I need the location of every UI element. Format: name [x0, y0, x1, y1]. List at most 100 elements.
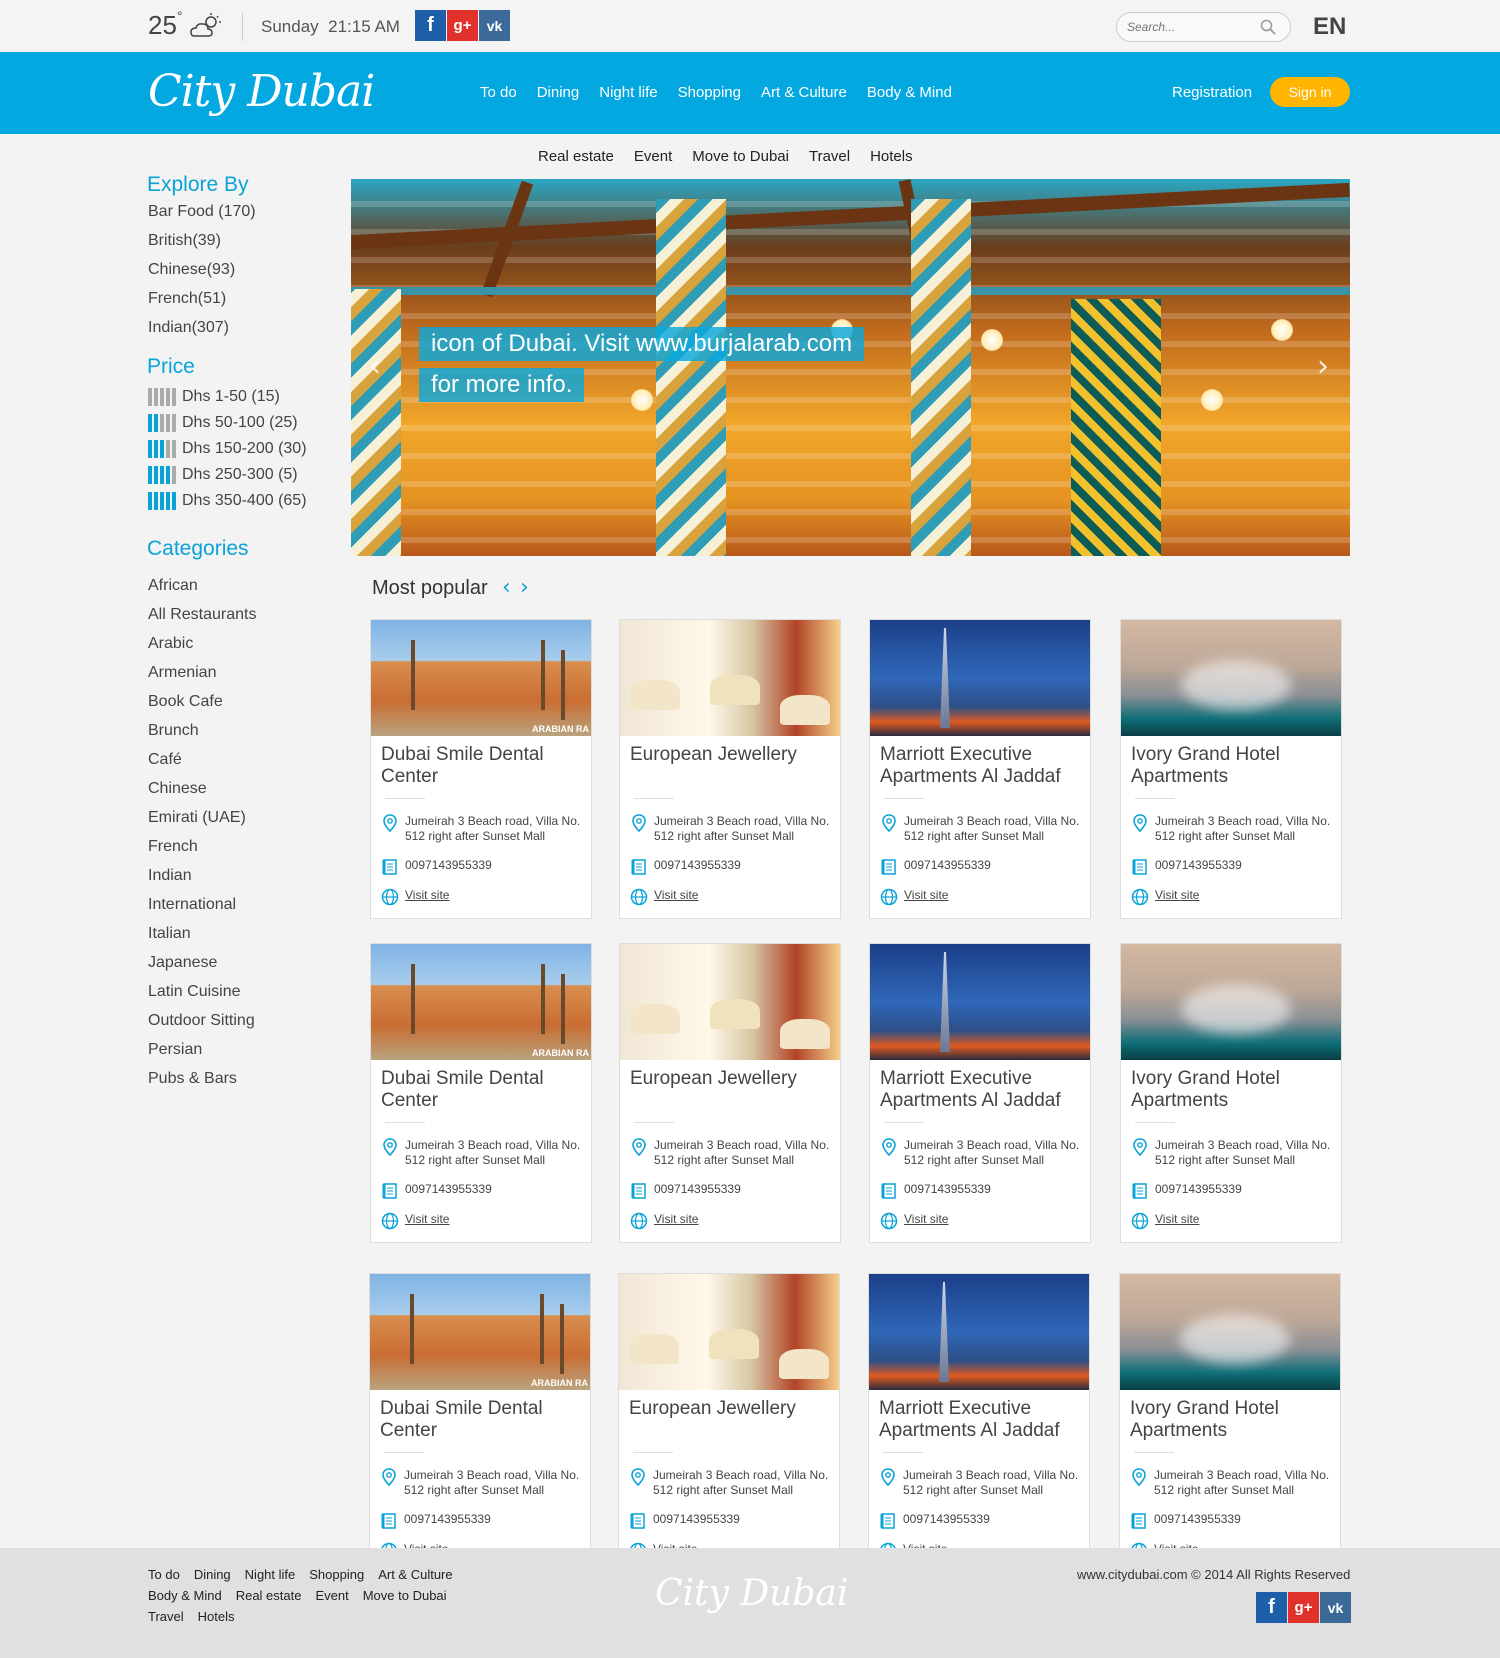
- subnav-hotels[interactable]: Hotels: [870, 148, 913, 165]
- explore-item[interactable]: British(39): [148, 232, 256, 261]
- listing-card[interactable]: ARABIAN RA Dubai Smile Dental Center Jum…: [370, 619, 592, 919]
- visit-site-link[interactable]: Visit site: [904, 1212, 948, 1230]
- listing-thumbnail[interactable]: ARABIAN RA: [371, 620, 591, 736]
- footer-logo[interactable]: City Dubai: [655, 1573, 848, 1614]
- vk-icon[interactable]: vk: [479, 10, 510, 41]
- nav-todo[interactable]: To do: [480, 84, 517, 101]
- listing-title[interactable]: European Jewellery: [630, 744, 835, 766]
- category-item[interactable]: Armenian: [148, 664, 257, 693]
- explore-item[interactable]: Indian(307): [148, 319, 256, 348]
- listing-title[interactable]: Marriott Executive Apartments Al Jaddaf: [880, 1068, 1085, 1112]
- nav-art-culture[interactable]: Art & Culture: [761, 84, 847, 101]
- listing-card[interactable]: ARABIAN RA Dubai Smile Dental Center Jum…: [370, 943, 592, 1243]
- footer-nav-link[interactable]: To do: [148, 1567, 180, 1582]
- footer-nav-link[interactable]: Art & Culture: [378, 1567, 452, 1582]
- listing-title[interactable]: Marriott Executive Apartments Al Jaddaf: [879, 1398, 1084, 1442]
- footer-nav-link[interactable]: Shopping: [309, 1567, 364, 1582]
- footer-nav-link[interactable]: Night life: [245, 1567, 296, 1582]
- category-item[interactable]: Book Cafe: [148, 693, 257, 722]
- visit-site-link[interactable]: Visit site: [1155, 888, 1199, 906]
- category-item[interactable]: French: [148, 838, 257, 867]
- visit-site-link[interactable]: Visit site: [405, 888, 449, 906]
- listing-thumbnail[interactable]: [620, 944, 840, 1060]
- price-filter-item[interactable]: Dhs 1-50 (15): [148, 384, 307, 410]
- category-item[interactable]: International: [148, 896, 257, 925]
- listing-title[interactable]: European Jewellery: [629, 1398, 834, 1420]
- listing-thumbnail[interactable]: [1120, 1274, 1340, 1390]
- google-plus-icon[interactable]: g+: [447, 10, 478, 41]
- search-icon[interactable]: [1260, 19, 1276, 35]
- category-item[interactable]: Pubs & Bars: [148, 1070, 257, 1099]
- category-item[interactable]: Outdoor Sitting: [148, 1012, 257, 1041]
- footer-nav-link[interactable]: Real estate: [236, 1588, 302, 1603]
- google-plus-icon[interactable]: g+: [1288, 1592, 1319, 1623]
- hero-next-icon[interactable]: ›: [1317, 349, 1329, 384]
- category-item[interactable]: Italian: [148, 925, 257, 954]
- popular-prev-icon[interactable]: ‹: [502, 575, 511, 600]
- facebook-icon[interactable]: f: [1256, 1592, 1287, 1623]
- category-item[interactable]: Chinese: [148, 780, 257, 809]
- popular-next-icon[interactable]: ›: [520, 575, 529, 600]
- listing-thumbnail[interactable]: [1121, 620, 1341, 736]
- listing-title[interactable]: Dubai Smile Dental Center: [380, 1398, 585, 1442]
- logo[interactable]: City Dubai: [148, 66, 375, 117]
- subnav-real-estate[interactable]: Real estate: [538, 148, 614, 165]
- listing-card[interactable]: Ivory Grand Hotel Apartments Jumeirah 3 …: [1119, 1273, 1341, 1573]
- visit-site-link[interactable]: Visit site: [1155, 1212, 1199, 1230]
- vk-icon[interactable]: vk: [1320, 1592, 1351, 1623]
- listing-thumbnail[interactable]: [870, 944, 1090, 1060]
- footer-nav-link[interactable]: Dining: [194, 1567, 231, 1582]
- listing-title[interactable]: Ivory Grand Hotel Apartments: [1131, 744, 1336, 788]
- listing-thumbnail[interactable]: [1121, 944, 1341, 1060]
- listing-card[interactable]: ARABIAN RA Dubai Smile Dental Center Jum…: [369, 1273, 591, 1573]
- sign-in-button[interactable]: Sign in: [1270, 77, 1350, 107]
- listing-thumbnail[interactable]: [620, 620, 840, 736]
- registration-link[interactable]: Registration: [1172, 84, 1252, 101]
- category-item[interactable]: Persian: [148, 1041, 257, 1070]
- listing-card[interactable]: European Jewellery Jumeirah 3 Beach road…: [619, 619, 841, 919]
- subnav-move-to-dubai[interactable]: Move to Dubai: [692, 148, 789, 165]
- facebook-icon[interactable]: f: [415, 10, 446, 41]
- subnav-travel[interactable]: Travel: [809, 148, 850, 165]
- nav-nightlife[interactable]: Night life: [599, 84, 657, 101]
- subnav-event[interactable]: Event: [634, 148, 672, 165]
- category-item[interactable]: Japanese: [148, 954, 257, 983]
- listing-title[interactable]: European Jewellery: [630, 1068, 835, 1090]
- listing-card[interactable]: Ivory Grand Hotel Apartments Jumeirah 3 …: [1120, 943, 1342, 1243]
- explore-item[interactable]: French(51): [148, 290, 256, 319]
- footer-nav-link[interactable]: Move to Dubai: [363, 1588, 447, 1603]
- price-filter-item[interactable]: Dhs 250-300 (5): [148, 462, 307, 488]
- listing-title[interactable]: Dubai Smile Dental Center: [381, 1068, 586, 1112]
- category-item[interactable]: Indian: [148, 867, 257, 896]
- category-item[interactable]: All Restaurants: [148, 606, 257, 635]
- listing-title[interactable]: Ivory Grand Hotel Apartments: [1130, 1398, 1335, 1442]
- category-item[interactable]: Arabic: [148, 635, 257, 664]
- listing-title[interactable]: Marriott Executive Apartments Al Jaddaf: [880, 744, 1085, 788]
- visit-site-link[interactable]: Visit site: [405, 1212, 449, 1230]
- price-filter-item[interactable]: Dhs 150-200 (30): [148, 436, 307, 462]
- category-item[interactable]: Café: [148, 751, 257, 780]
- listing-thumbnail[interactable]: ARABIAN RA: [370, 1274, 590, 1390]
- listing-title[interactable]: Ivory Grand Hotel Apartments: [1131, 1068, 1336, 1112]
- nav-shopping[interactable]: Shopping: [678, 84, 741, 101]
- visit-site-link[interactable]: Visit site: [654, 888, 698, 906]
- hero-prev-icon[interactable]: ‹: [369, 349, 381, 384]
- listing-card[interactable]: European Jewellery Jumeirah 3 Beach road…: [619, 943, 841, 1243]
- footer-nav-link[interactable]: Travel: [148, 1609, 184, 1624]
- price-filter-item[interactable]: Dhs 350-400 (65): [148, 488, 307, 514]
- language-switch[interactable]: EN: [1313, 13, 1346, 41]
- listing-card[interactable]: Marriott Executive Apartments Al Jaddaf …: [869, 619, 1091, 919]
- footer-nav-link[interactable]: Event: [315, 1588, 348, 1603]
- nav-body-mind[interactable]: Body & Mind: [867, 84, 952, 101]
- listing-title[interactable]: Dubai Smile Dental Center: [381, 744, 586, 788]
- category-item[interactable]: Brunch: [148, 722, 257, 751]
- visit-site-link[interactable]: Visit site: [904, 888, 948, 906]
- listing-thumbnail[interactable]: [869, 1274, 1089, 1390]
- footer-nav-link[interactable]: Hotels: [198, 1609, 235, 1624]
- listing-card[interactable]: Marriott Executive Apartments Al Jaddaf …: [869, 943, 1091, 1243]
- category-item[interactable]: Emirati (UAE): [148, 809, 257, 838]
- listing-card[interactable]: Marriott Executive Apartments Al Jaddaf …: [868, 1273, 1090, 1573]
- footer-nav-link[interactable]: Body & Mind: [148, 1588, 222, 1603]
- explore-item[interactable]: Chinese(93): [148, 261, 256, 290]
- category-item[interactable]: African: [148, 577, 257, 606]
